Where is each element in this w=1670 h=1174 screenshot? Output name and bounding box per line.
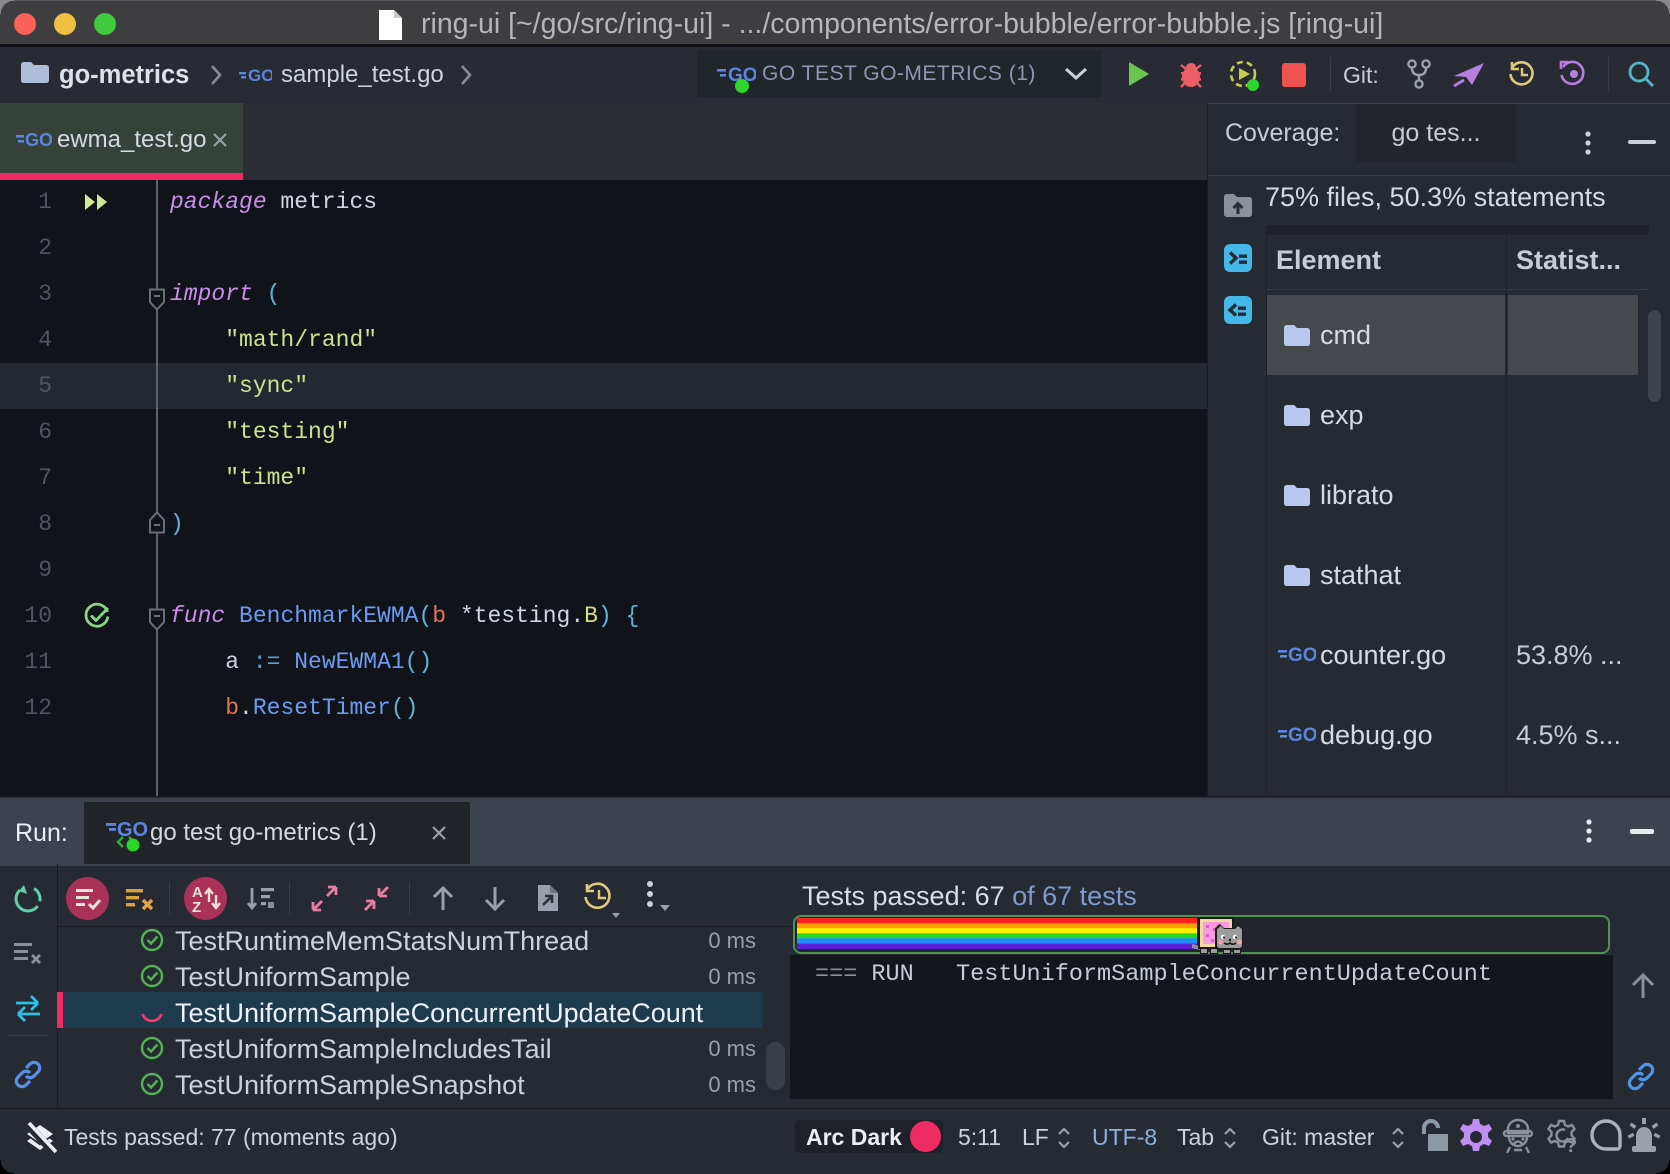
svg-text:GO: GO (248, 66, 272, 85)
svg-text:Z: Z (192, 899, 201, 916)
svg-text:GO: GO (1288, 725, 1316, 746)
svg-text:GO: GO (25, 130, 52, 150)
svg-text:GO: GO (1288, 645, 1316, 666)
svg-text:?: ? (1565, 1135, 1577, 1156)
